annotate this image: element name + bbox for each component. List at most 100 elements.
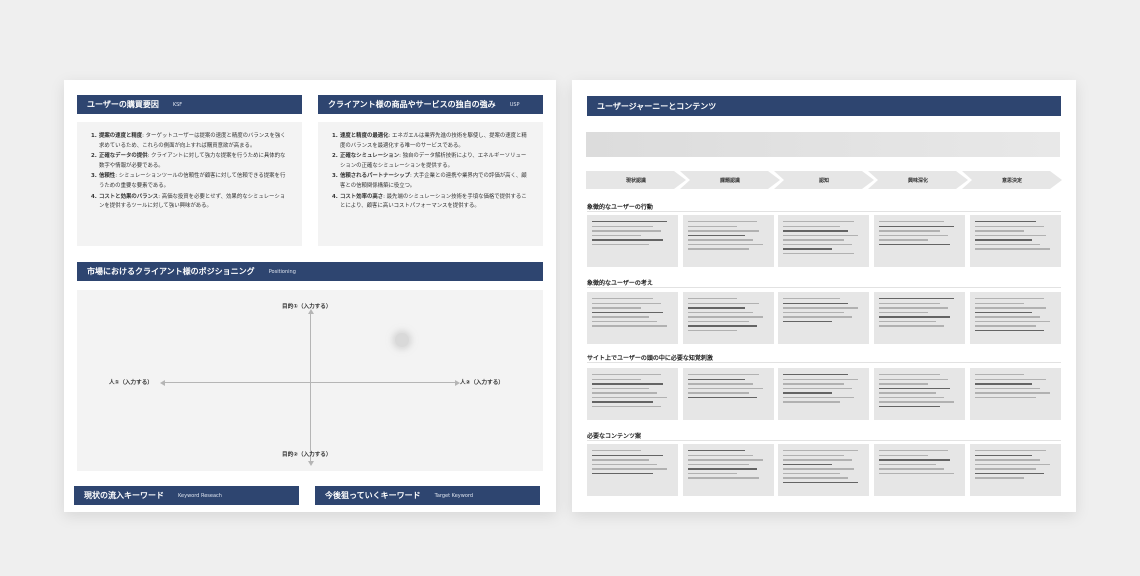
journey-cell [874, 292, 965, 344]
placeholder-text-line [592, 396, 667, 399]
placeholder-text-line [592, 472, 653, 475]
usp-header: クライアント様の商品やサービスの独自の強み USP [318, 95, 543, 114]
usp-list: 1. 速度と精度の最適化: エネガエルは業界先進の技術を駆使し、提案の速度と精度の… [318, 122, 543, 212]
placeholder-text-line [975, 477, 1024, 479]
placeholder-text-line [783, 401, 840, 403]
journey-cell [683, 444, 774, 496]
positioning-subtitle: Positioning [268, 268, 296, 275]
placeholder-text-line [879, 472, 954, 475]
placeholder-text-line [688, 239, 753, 241]
journey-cell [970, 368, 1061, 420]
placeholder-text-line [975, 387, 1040, 390]
placeholder-text-line [975, 230, 1024, 232]
positioning-header: 市場におけるクライアント様のポジショニング Positioning [77, 262, 543, 281]
placeholder-text-line [783, 320, 832, 323]
usp-subtitle: USP [509, 101, 520, 108]
usp-title: クライアント様の商品やサービスの独自の強み [328, 100, 496, 109]
section-divider [587, 287, 1061, 288]
placeholder-text-line [975, 468, 1036, 470]
placeholder-text-line [879, 243, 951, 246]
section-content-ideas-title: 必要なコンテンツ案 [587, 433, 642, 440]
placeholder-text-line [592, 320, 657, 323]
placeholder-text-line [688, 243, 763, 246]
placeholder-text-line [783, 454, 844, 456]
placeholder-text-line [783, 302, 848, 304]
placeholder-text-line [688, 477, 760, 479]
placeholder-text-line [975, 307, 1047, 309]
placeholder-text-line [975, 396, 1036, 399]
placeholder-text-line [688, 463, 749, 466]
placeholder-text-line [783, 230, 848, 232]
placeholder-text-line [592, 406, 661, 408]
placeholder-text-line [879, 316, 951, 318]
arrow-down-icon [307, 461, 314, 466]
current-keywords-header: 現状の流入キーワード Keyword Reseach [74, 486, 299, 505]
placeholder-text-line [879, 239, 928, 241]
stage-awareness: 認知 [774, 171, 874, 189]
placeholder-text-line [975, 320, 1050, 323]
placeholder-text-line [592, 239, 664, 241]
usp-item: 1. 速度と精度の最適化: エネガエルは業界先進の技術を駆使し、提案の速度と精度の… [332, 133, 527, 149]
placeholder-text-line [879, 459, 951, 461]
placeholder-text-line [783, 307, 858, 309]
placeholder-text-line [688, 387, 763, 390]
placeholder-text-line [975, 248, 1050, 250]
journey-cell [587, 368, 678, 420]
arrow-left-icon [160, 379, 165, 386]
placeholder-text-line [879, 392, 936, 394]
placeholder-text-line [975, 374, 1024, 376]
placeholder-text-line [592, 454, 664, 456]
ksf-item-text: : シミュレーションツールの信頼性が顧客に対して信頼できる提案を行うための重要な… [99, 173, 286, 189]
placeholder-text-line [975, 325, 1036, 327]
journey-cell [778, 292, 869, 344]
placeholder-text-line [879, 378, 948, 380]
placeholder-text-line [783, 468, 855, 470]
placeholder-text-line [879, 307, 948, 309]
placeholder-text-line [975, 454, 1032, 456]
placeholder-text-line [688, 311, 753, 314]
placeholder-text-line [783, 221, 855, 223]
placeholder-text-line [783, 239, 844, 241]
positioning-axis-bottom-label: 目的②（入力する） [282, 452, 332, 458]
ksf-item-label: 信頼性 [99, 173, 116, 180]
journey-header: ユーザージャーニーとコンテンツ [587, 96, 1061, 116]
placeholder-text-line [975, 234, 1047, 237]
placeholder-text-line [688, 450, 745, 452]
client-position-marker[interactable] [395, 333, 409, 347]
placeholder-text-line [592, 468, 667, 470]
target-keywords-subtitle: Target Keyword [434, 492, 474, 499]
placeholder-text-line [879, 230, 940, 232]
ksf-header: ユーザーの購買要因 KSF [77, 95, 302, 114]
placeholder-text-line [783, 243, 852, 246]
placeholder-text-line [783, 316, 852, 318]
ksf-item-label: 提案の速度と精度 [99, 133, 143, 139]
placeholder-text-line [783, 374, 848, 376]
placeholder-text-line [975, 316, 1040, 318]
ksf-list: 1. 提案の速度と精度: ターゲットユーザーは提案の速度と精度のバランスを強く求め… [77, 122, 302, 212]
placeholder-text-line [975, 330, 1044, 332]
placeholder-text-line [783, 248, 832, 250]
positioning-title: 市場におけるクライアント様のポジショニング [87, 267, 255, 276]
placeholder-text-line [879, 450, 948, 452]
placeholder-text-line [879, 463, 936, 466]
placeholder-text-line [688, 225, 737, 227]
section-perceptual-stimuli-title: サイト上でユーザーの頭の中に必要な知覚刺激 [587, 355, 713, 362]
placeholder-text-line [975, 463, 1050, 466]
placeholder-text-line [688, 468, 757, 470]
placeholder-text-line [592, 307, 641, 309]
placeholder-text-line [592, 302, 661, 304]
placeholder-text-line [592, 378, 641, 380]
journey-cell [587, 444, 678, 496]
placeholder-text-line [783, 378, 858, 380]
placeholder-text-line [783, 298, 840, 300]
section-user-thoughts-title: 象徴的なユーザーの考え [587, 280, 653, 287]
placeholder-text-line [975, 239, 1032, 241]
placeholder-text-line [688, 374, 760, 376]
ksf-item-label: 正確なデータの提供 [99, 153, 148, 160]
placeholder-text-line [592, 401, 653, 403]
journey-cell [778, 444, 869, 496]
journey-cell [970, 444, 1061, 496]
user-journey-sheet: ユーザージャーニーとコンテンツ 現状認識 課題認識 認知 興味深化 意思決定 象… [572, 80, 1076, 512]
usp-panel: 1. 速度と精度の最適化: エネガエルは業界先進の技術を駆使し、提案の速度と精度の… [318, 122, 543, 246]
journey-cell [874, 444, 965, 496]
